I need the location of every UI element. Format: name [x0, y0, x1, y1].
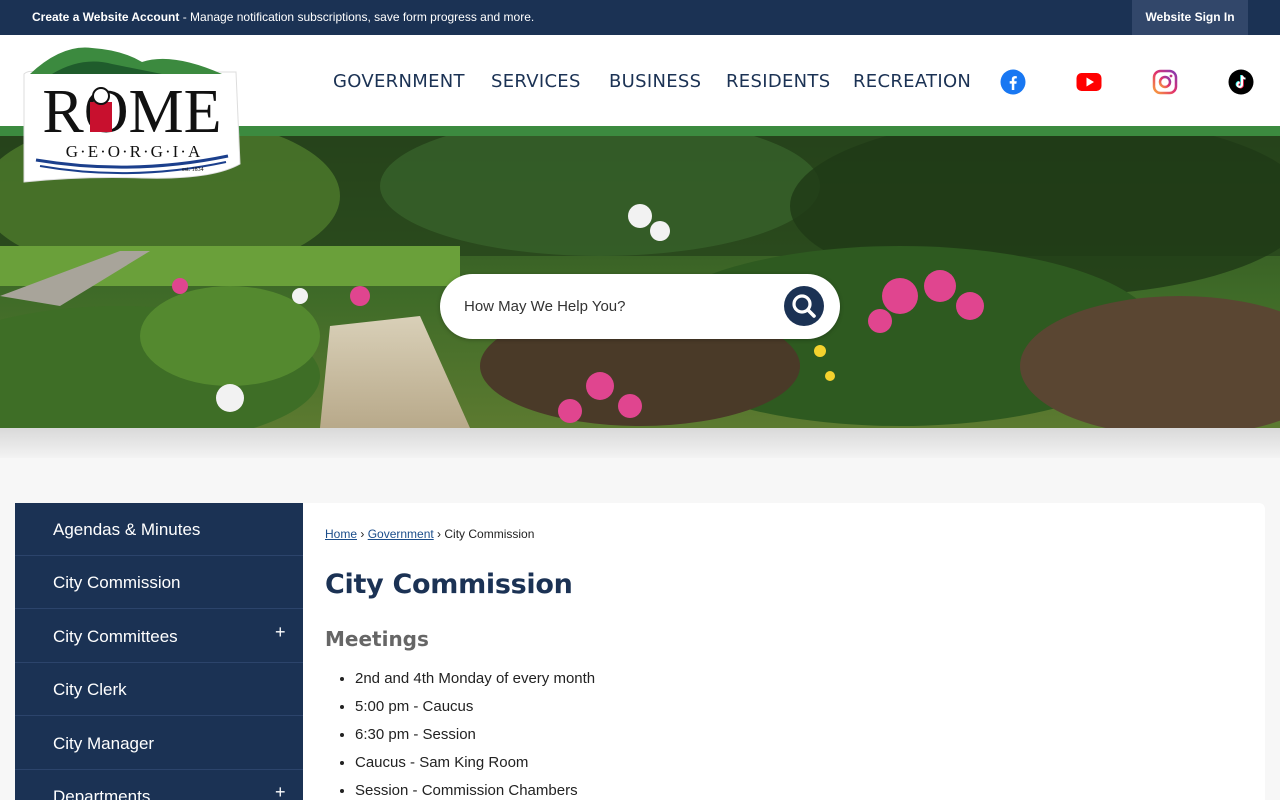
- logo-rome-text: ROME: [42, 78, 221, 146]
- breadcrumb-separator: ›: [433, 527, 445, 541]
- page-title: City Commission: [325, 569, 573, 600]
- sidebar-item-label: Agendas & Minutes: [53, 520, 201, 539]
- sidebar-item-label: City Manager: [53, 734, 155, 753]
- search-button[interactable]: [784, 286, 824, 326]
- hero-fade: [0, 428, 1280, 458]
- breadcrumb-home[interactable]: Home: [325, 527, 357, 541]
- breadcrumb: Home › Government › City Commission: [325, 527, 534, 541]
- rome-georgia-logo[interactable]: ROME G·E·O·R·G·I·A est. 1834: [22, 44, 242, 186]
- list-item: 5:00 pm - Caucus: [355, 697, 595, 725]
- logo-est-text: est. 1834: [182, 167, 204, 173]
- section-heading-meetings: Meetings: [325, 627, 429, 651]
- nav-services[interactable]: SERVICES: [491, 71, 581, 92]
- sidebar-item-label: Departments: [53, 787, 151, 800]
- sidebar-item-departments[interactable]: Departments +: [15, 770, 303, 800]
- search-input[interactable]: [464, 292, 784, 320]
- promo-text: - Manage notification subscriptions, sav…: [179, 10, 535, 24]
- breadcrumb-current: City Commission: [444, 527, 535, 541]
- meetings-list: 2nd and 4th Monday of every month 5:00 p…: [355, 669, 595, 800]
- instagram-icon[interactable]: [1152, 69, 1178, 95]
- youtube-icon[interactable]: [1076, 69, 1102, 95]
- sidebar-item-city-clerk[interactable]: City Clerk: [15, 663, 303, 716]
- logo-georgia-text: G·E·O·R·G·I·A: [66, 142, 202, 161]
- expand-icon[interactable]: +: [275, 782, 286, 800]
- tiktok-icon[interactable]: [1228, 69, 1254, 95]
- sidebar-item-label: City Commission: [53, 573, 181, 592]
- breadcrumb-separator: ›: [357, 527, 368, 541]
- list-item: 2nd and 4th Monday of every month: [355, 669, 595, 697]
- facebook-icon[interactable]: [1000, 69, 1026, 95]
- search-icon: [792, 294, 816, 318]
- site-search: [440, 274, 840, 339]
- list-item: 6:30 pm - Session: [355, 725, 595, 753]
- list-item: Session - Commission Chambers: [355, 781, 595, 800]
- breadcrumb-government[interactable]: Government: [368, 527, 434, 541]
- create-account-link[interactable]: Create a Website Account - Manage notifi…: [32, 0, 534, 35]
- list-item: Caucus - Sam King Room: [355, 753, 595, 781]
- nav-residents[interactable]: RESIDENTS: [726, 71, 830, 92]
- sidebar-item-label: City Committees: [53, 627, 178, 646]
- nav-business[interactable]: BUSINESS: [609, 71, 701, 92]
- sidebar-item-city-manager[interactable]: City Manager: [15, 717, 303, 770]
- main-content: Home › Government › City Commission City…: [303, 503, 1265, 800]
- sidebar-nav: Agendas & Minutes City Commission City C…: [15, 503, 303, 800]
- promo-bold[interactable]: Create a Website Account: [32, 10, 179, 24]
- sidebar-item-city-committees[interactable]: City Committees +: [15, 610, 303, 663]
- website-sign-in-button[interactable]: Website Sign In: [1132, 0, 1248, 35]
- expand-icon[interactable]: +: [275, 622, 286, 643]
- nav-recreation[interactable]: RECREATION: [853, 71, 971, 92]
- sidebar-item-label: City Clerk: [53, 680, 127, 699]
- sidebar-item-agendas-minutes[interactable]: Agendas & Minutes: [15, 503, 303, 556]
- nav-government[interactable]: GOVERNMENT: [333, 71, 465, 92]
- sidebar-item-city-commission[interactable]: City Commission: [15, 556, 303, 609]
- top-bar: Create a Website Account - Manage notifi…: [0, 0, 1280, 35]
